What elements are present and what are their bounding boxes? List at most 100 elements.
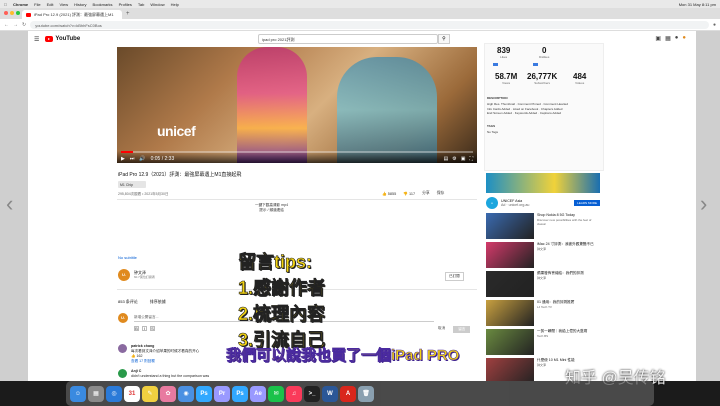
close-window-button[interactable] — [4, 11, 8, 15]
captions-icon[interactable]: ▤ — [444, 156, 449, 162]
ps2-icon[interactable]: Ps — [232, 385, 248, 402]
ae-icon[interactable]: Ae — [250, 385, 266, 402]
share-button[interactable]: 分享 — [422, 191, 430, 196]
account-avatar[interactable]: ● — [682, 35, 686, 42]
minimize-window-button[interactable] — [10, 11, 14, 15]
menubar-clock[interactable]: Mon 31 May 8:11 pm — [679, 2, 716, 7]
recommendation-title[interactable]: iMac 24 寸評測：我被外觀驚艷不已 — [537, 242, 594, 246]
recommendation-title[interactable]: 一剪一瞬間｜我給上億的大藍寫 — [537, 329, 587, 333]
volume-icon[interactable]: 🔊 — [139, 156, 145, 162]
menu-app-name[interactable]: Chrome — [13, 2, 28, 7]
next-video-icon[interactable]: ⏭ — [130, 156, 135, 162]
address-toolbar: ← → ↻ youtube.com/watch?v=kBhhFsC0Bos ● — [0, 19, 720, 31]
calendar-icon[interactable]: 31 — [124, 385, 140, 402]
youtube-logo[interactable]: YouTube — [45, 36, 80, 42]
comment-like-icon[interactable]: 👍 — [131, 354, 135, 358]
menu-help[interactable]: Help — [171, 2, 179, 7]
comment-avatar[interactable] — [118, 344, 127, 353]
recommendation-thumbnail[interactable] — [486, 213, 534, 239]
recommendation-thumbnail[interactable] — [486, 358, 534, 381]
settings-gear-icon[interactable]: ⚙ — [452, 156, 456, 162]
feature-item: High Res. Thumbnail — [487, 102, 515, 106]
miniplayer-icon[interactable]: ▣ — [461, 156, 466, 162]
bold-icon[interactable]: B — [134, 326, 139, 331]
pr-icon[interactable]: Pr — [214, 385, 230, 402]
terminal-icon[interactable]: >_ — [304, 385, 320, 402]
recommendation-thumbnail[interactable] — [486, 271, 534, 297]
video-player[interactable]: unicef ▶ ⏭ 🔊 0:05 / 2:33 ▤ ⚙ ▣ ⛶ — [117, 47, 477, 163]
recommendation-thumbnail[interactable] — [486, 242, 534, 268]
recommendation-title[interactable]: 01 通用：我的評測推薦 — [537, 300, 574, 304]
back-icon[interactable]: ← — [4, 22, 9, 28]
ad-channel[interactable]: UNICEF Asia — [501, 199, 522, 203]
menu-history[interactable]: History — [74, 2, 86, 7]
word-icon[interactable]: W — [322, 385, 338, 402]
safari-icon[interactable]: ◎ — [106, 385, 122, 402]
comment-author[interactable]: Anji C — [131, 369, 141, 373]
submit-comment-button[interactable]: 留言 — [453, 326, 471, 333]
save-button[interactable]: 保存 — [437, 191, 445, 196]
search-input[interactable]: ipad pro 2021評測 — [258, 34, 438, 44]
next-arrow-icon[interactable]: › — [700, 191, 707, 217]
apps-icon[interactable]: ▦ — [665, 35, 671, 42]
menu-tab[interactable]: Tab — [138, 2, 144, 7]
recommendation-title[interactable]: Shop Nokia 8 5G Today — [537, 213, 575, 217]
channel-avatar[interactable]: U. — [118, 269, 130, 281]
hashtag-chip[interactable]: M1 Chip — [118, 181, 146, 188]
menu-view[interactable]: View — [59, 2, 68, 7]
ad-banner-image[interactable] — [486, 173, 600, 193]
wechat-icon[interactable]: ✉ — [268, 385, 284, 402]
video-progress-bar[interactable] — [121, 151, 473, 153]
music-icon[interactable]: ♫ — [286, 385, 302, 402]
browser-tab[interactable]: iPad Pro 12.9 (2021) 評測：最強屏幕遇上M1 — [22, 10, 122, 19]
ps-icon[interactable]: Ps — [196, 385, 212, 402]
launchpad-icon[interactable]: ▦ — [88, 385, 104, 402]
menu-window[interactable]: Window — [150, 2, 164, 7]
search-button[interactable]: ⚲ — [438, 34, 450, 44]
italic-icon[interactable]: I — [142, 326, 147, 331]
recommendation-item[interactable]: iMac 24 寸評測：我被外觀驚艷不已 钟文泽 — [486, 242, 600, 270]
fullscreen-icon[interactable]: ⛶ — [469, 156, 473, 162]
recommendation-title[interactable]: 什麼使 10 M1 Mini 性能 — [537, 358, 575, 362]
zoom-window-button[interactable] — [16, 11, 20, 15]
comment-author[interactable]: patrick chang — [131, 344, 154, 348]
chrome-icon[interactable]: ◉ — [178, 385, 194, 402]
learn-more-button[interactable]: LEARN MORE — [574, 200, 600, 206]
acrobat-icon[interactable]: A — [340, 385, 356, 402]
comment-avatar[interactable] — [118, 369, 127, 378]
recommendation-text: 蘋果發佈會總結：我們的評測 钟文泽 — [537, 271, 584, 299]
apple-icon[interactable]:  — [4, 2, 7, 7]
menu-edit[interactable]: Edit — [47, 2, 54, 7]
notifications-icon[interactable]: ● — [675, 35, 679, 42]
forward-icon[interactable]: → — [13, 22, 18, 28]
recommendation-thumbnail[interactable] — [486, 329, 534, 355]
reload-icon[interactable]: ↻ — [22, 22, 26, 28]
cancel-button[interactable]: 取消 — [438, 326, 445, 333]
recommendation-title[interactable]: 蘋果發佈會總結：我們的評測 — [537, 271, 584, 275]
trash-icon[interactable]: 🗑 — [358, 385, 374, 402]
finder-icon[interactable]: ☺ — [70, 385, 86, 402]
subscribe-button[interactable]: 已訂閱 — [445, 272, 464, 281]
new-tab-icon[interactable]: + — [126, 10, 130, 19]
sort-button[interactable]: 排序依據 — [150, 299, 166, 305]
recommendation-item[interactable]: 蘋果發佈會總結：我們的評測 钟文泽 — [486, 271, 600, 299]
prev-arrow-icon[interactable]: ‹ — [6, 191, 13, 217]
recommendation-item[interactable]: 01 通用：我的評測推薦 LJ Tech TV — [486, 300, 600, 328]
hamburger-menu-icon[interactable]: ☰ — [34, 36, 39, 43]
recommendation-item[interactable]: 一剪一瞬間｜我給上億的大藍寫 Tech BS — [486, 329, 600, 357]
notes-icon[interactable]: ✎ — [142, 385, 158, 402]
menu-profiles[interactable]: Profiles — [119, 2, 132, 7]
recommendation-item[interactable]: Shop Nokia 8 5G Today Discover new possib… — [486, 213, 600, 241]
create-icon[interactable]: ▣ — [655, 35, 661, 42]
menu-file[interactable]: File — [34, 2, 40, 7]
dislike-button[interactable]: 👎 117 — [403, 191, 415, 196]
strike-icon[interactable]: S — [150, 326, 155, 331]
photos-icon[interactable]: ✿ — [160, 385, 176, 402]
menu-bookmarks[interactable]: Bookmarks — [93, 2, 113, 7]
like-button[interactable]: 👍 5855 — [382, 191, 396, 196]
recommendation-thumbnail[interactable] — [486, 300, 534, 326]
play-icon[interactable]: ▶ — [121, 156, 125, 162]
address-bar[interactable]: youtube.com/watch?v=kBhhFsC0Bos — [30, 20, 709, 29]
extensions-icon[interactable]: ● — [713, 22, 716, 28]
view-replies-button[interactable]: 查看 17 則回覆 — [131, 359, 155, 363]
